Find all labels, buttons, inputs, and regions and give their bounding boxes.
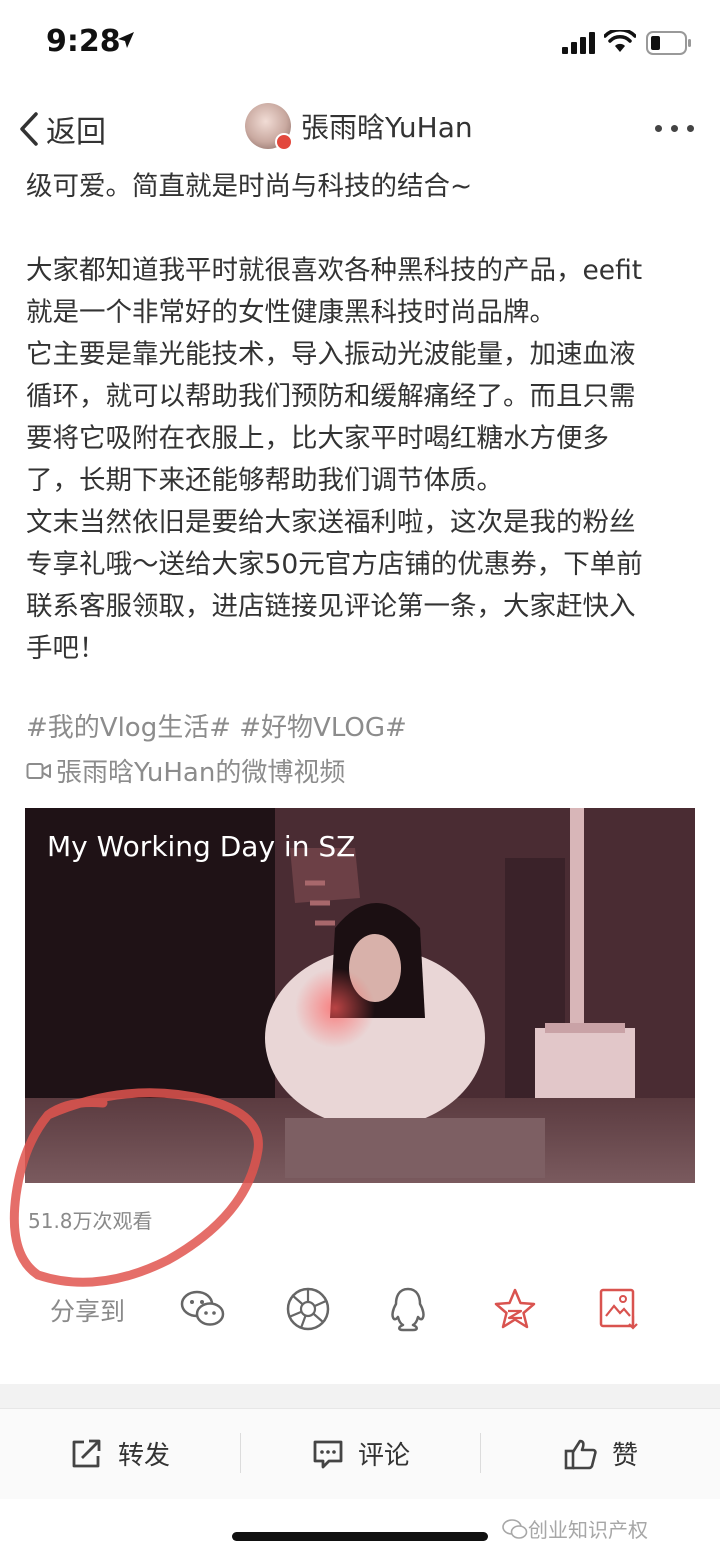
- share-qq-button[interactable]: [385, 1286, 431, 1332]
- repost-icon: [72, 1439, 101, 1467]
- back-label: 返回: [46, 115, 106, 150]
- back-button[interactable]: 返回: [18, 109, 106, 150]
- bottom-action-bar: 转发 评论 赞: [0, 1408, 720, 1499]
- annotation-circle: [9, 1088, 263, 1287]
- save-image-button[interactable]: [596, 1286, 642, 1332]
- comment-label: 评论: [358, 1441, 411, 1471]
- moments-icon: [286, 1287, 330, 1331]
- share-label: 分享到: [50, 1297, 126, 1326]
- user-header[interactable]: 張雨晗YuHan: [245, 103, 473, 151]
- video-source-label: 張雨晗YuHan的微博视频: [56, 758, 346, 788]
- like-label: 赞: [612, 1441, 639, 1471]
- section-separator: [0, 1384, 720, 1408]
- post-line: 就是一个非常好的女性健康黑科技时尚品牌。: [26, 297, 556, 328]
- home-indicator[interactable]: [232, 1532, 488, 1541]
- wechat-watermark-icon: [502, 1518, 528, 1539]
- repost-button[interactable]: 转发: [70, 1435, 170, 1472]
- nav-bar: 返回 張雨晗YuHan: [0, 95, 720, 165]
- video-camera-icon: [26, 762, 51, 779]
- share-wechat-button[interactable]: [180, 1286, 226, 1332]
- divider: [240, 1433, 241, 1473]
- location-arrow-icon: [118, 32, 134, 48]
- post-line: 要将它吸附在衣服上，比大家平时喝红糖水方便多: [26, 423, 609, 454]
- battery-icon: [646, 31, 691, 55]
- like-button[interactable]: 赞: [564, 1435, 638, 1472]
- comment-button[interactable]: 评论: [312, 1435, 410, 1472]
- qzone-icon: [494, 1288, 536, 1329]
- post-line: 专享礼哦～送给大家50元官方店铺的优惠券，下单前: [26, 549, 643, 580]
- post-line: 循环，就可以帮助我们预防和缓解痛经了。而且只需: [26, 381, 636, 412]
- thumbs-up-icon: [564, 1439, 597, 1469]
- cellular-signal-icon: [562, 32, 595, 54]
- watermark-text: 创业知识产权: [528, 1518, 648, 1542]
- share-moments-button[interactable]: [285, 1286, 331, 1332]
- chevron-left-icon: [20, 112, 38, 146]
- save-image-icon: [599, 1288, 638, 1330]
- status-bar: 9:28: [0, 0, 720, 90]
- status-time: 9:28: [46, 24, 121, 59]
- verified-badge-icon: [275, 133, 293, 151]
- share-row: 分享到: [0, 1280, 720, 1340]
- post-line: 大家都知道我平时就很喜欢各种黑科技的产品，eefit: [26, 255, 643, 286]
- video-source-link[interactable]: 張雨晗YuHan的微博视频: [26, 752, 345, 789]
- wechat-icon: [180, 1290, 225, 1326]
- view-count: 51.8万次观看: [28, 1209, 153, 1233]
- post-line: 手吧！: [26, 633, 106, 664]
- video-title: My Working Day in SZ: [47, 830, 356, 863]
- wifi-icon: [604, 30, 636, 52]
- more-options-icon[interactable]: [655, 125, 694, 132]
- post-content: 级可爱。简直就是时尚与科技的结合~ 大家都知道我平时就很喜欢各种黑科技的产品，e…: [26, 166, 698, 670]
- username[interactable]: 張雨晗YuHan: [301, 106, 473, 146]
- watermark: 创业知识产权: [502, 1514, 648, 1543]
- post-line: 它主要是靠光能技术，导入振动光波能量，加速血液: [26, 339, 636, 370]
- post-line: 文末当然依旧是要给大家送福利啦，这次是我的粉丝: [26, 507, 636, 538]
- repost-label: 转发: [118, 1441, 171, 1471]
- share-qzone-button[interactable]: [492, 1286, 538, 1332]
- comment-icon: [313, 1440, 343, 1468]
- post-line: 了，长期下来还能够帮助我们调节体质。: [26, 465, 503, 496]
- post-line: 级可爱。简直就是时尚与科技的结合~: [26, 171, 473, 202]
- avatar[interactable]: [245, 103, 293, 151]
- qq-icon: [391, 1287, 425, 1332]
- divider: [480, 1433, 481, 1473]
- post-line: 联系客服领取，进店链接见评论第一条，大家赶快入: [26, 591, 636, 622]
- hashtags[interactable]: #我的Vlog生活# #好物VLOG#: [26, 708, 407, 748]
